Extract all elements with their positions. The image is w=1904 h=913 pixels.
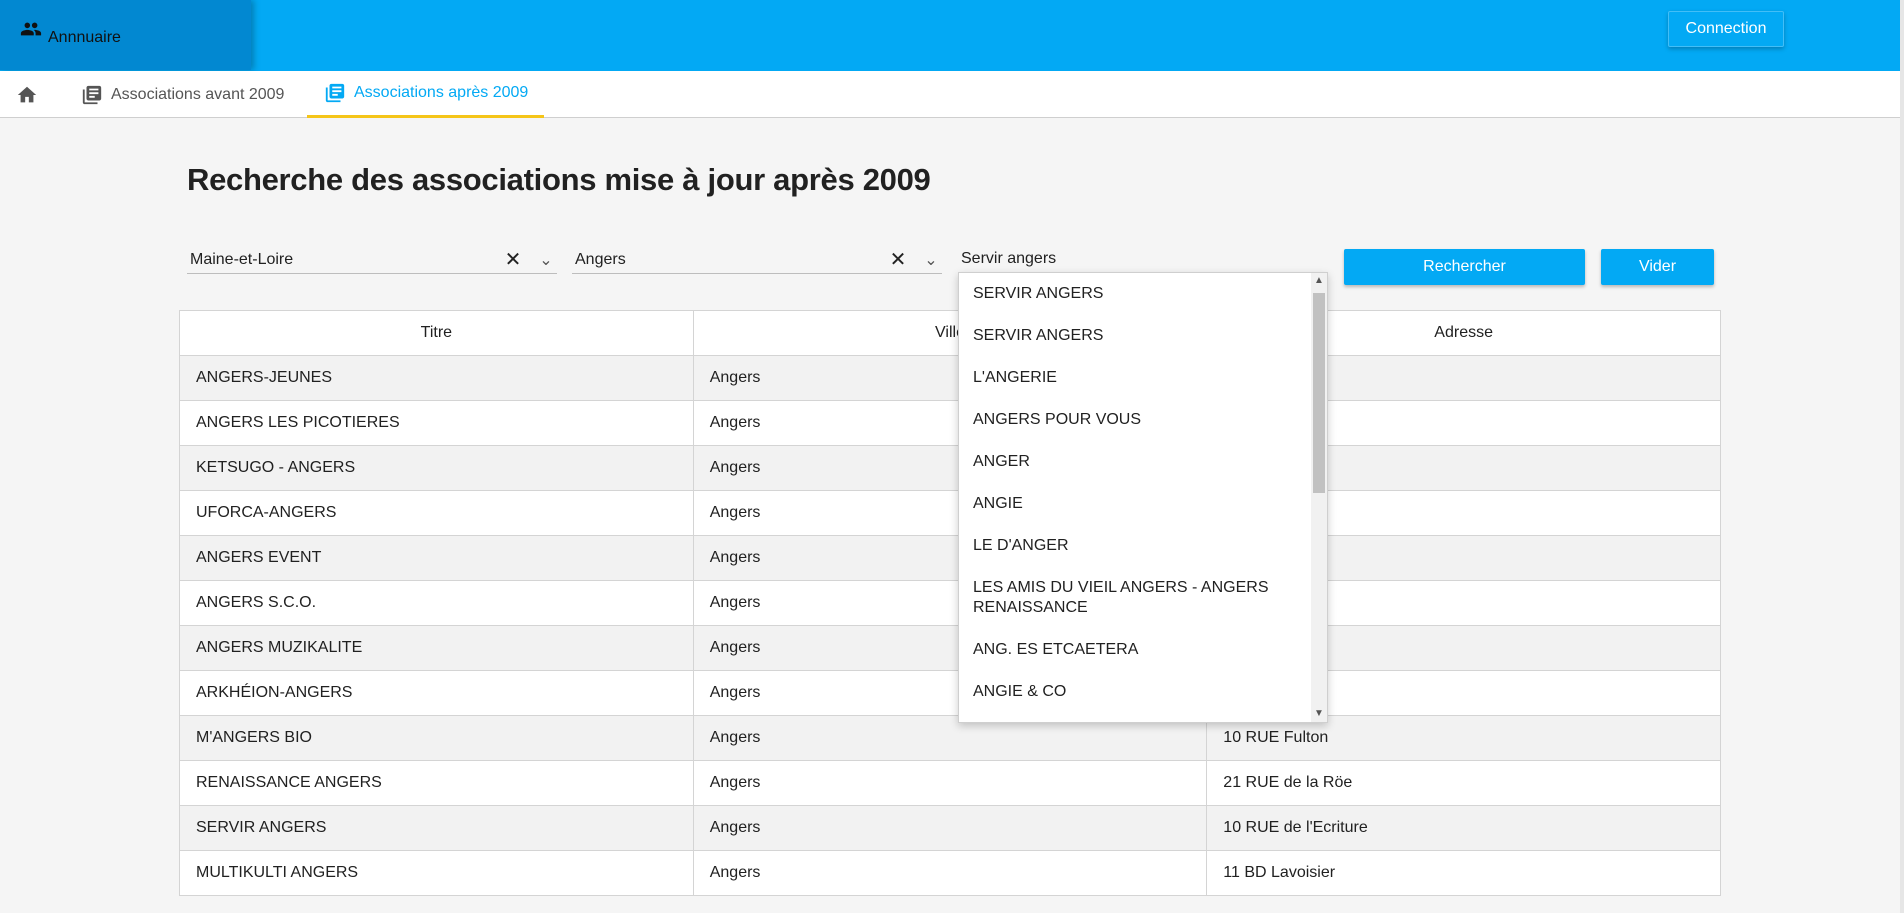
cell-titre: MULTIKULTI ANGERS: [179, 850, 694, 896]
cell-titre: ANGERS-JEUNES: [179, 355, 694, 401]
cell-titre: RENAISSANCE ANGERS: [179, 760, 694, 806]
tab-home[interactable]: [16, 71, 46, 118]
library-books-icon: [82, 85, 102, 104]
tab-associations-apres-2009[interactable]: Associations après 2009: [307, 71, 544, 118]
column-header-titre[interactable]: Titre: [179, 310, 694, 356]
tab-associations-avant-2009[interactable]: Associations avant 2009: [81, 71, 284, 118]
cell-ville: Angers: [692, 850, 1208, 896]
cell-titre: KETSUGO - ANGERS: [179, 445, 694, 491]
suggestion-item[interactable]: SERVIR ANGERS: [959, 315, 1313, 357]
people-icon: [20, 22, 42, 36]
library-books-icon: [325, 83, 345, 103]
top-app-bar: Annnuaire Connection: [0, 0, 1904, 71]
table-header-row: Titre Ville Adresse: [179, 310, 1721, 356]
autocomplete-dropdown: SERVIR ANGERS SERVIR ANGERS L'ANGERIE ANGER…: [958, 272, 1328, 723]
tab-bar: Associations avant 2009 Associations apr…: [0, 71, 1900, 118]
cell-titre: ANGERS MUZIKALITE: [179, 625, 694, 671]
table-row[interactable]: KETSUGO - ANGERSAngersouanière: [179, 445, 1721, 491]
suggestion-item[interactable]: L'ANGERIE: [959, 357, 1313, 399]
tab-label: Associations après 2009: [354, 84, 529, 101]
suggestion-item[interactable]: ANGIE: [959, 483, 1313, 525]
scroll-up-icon[interactable]: ▲: [1311, 273, 1327, 289]
suggestion-item[interactable]: ANG. ES ETCAETERA: [959, 629, 1313, 671]
dropdown-scrollbar[interactable]: ▲ ▼: [1311, 273, 1327, 722]
cell-ville: Angers: [692, 760, 1208, 806]
departement-select[interactable]: Maine-et-Loire ✕ ⌄: [187, 246, 557, 274]
chevron-down-icon[interactable]: ⌄: [920, 250, 942, 270]
cell-ville: Angers: [692, 805, 1208, 851]
cell-titre: M'ANGERS BIO: [179, 715, 694, 761]
table-row[interactable]: M'ANGERS BIO Angers 10 RUE Fulton: [179, 715, 1721, 761]
table-row[interactable]: SERVIR ANGERS Angers 10 RUE de l'Ecriture: [179, 805, 1721, 851]
home-icon: [17, 86, 37, 102]
table-row[interactable]: RENAISSANCE ANGERS Angers 21 RUE de la Röe: [179, 760, 1721, 806]
cell-titre: ANGERS LES PICOTIERES: [179, 400, 694, 446]
association-search-input[interactable]: Servir angers: [958, 246, 1328, 274]
table-row[interactable]: ANGERS MUZIKALITEAngersVigne: [179, 625, 1721, 671]
cell-titre: SERVIR ANGERS: [179, 805, 694, 851]
cell-adresse: 21 RUE de la Röe: [1206, 760, 1721, 806]
tab-label: Associations avant 2009: [111, 85, 285, 103]
search-input-value: Servir angers: [961, 250, 1057, 267]
ville-value: Angers: [575, 250, 626, 268]
suggestion-item[interactable]: ANGIE & CO: [959, 671, 1313, 713]
table-row[interactable]: ANGERS-JEUNESAngersaraterie: [179, 355, 1721, 401]
scroll-down-icon[interactable]: ▼: [1311, 706, 1327, 722]
brand[interactable]: Annnuaire: [0, 0, 251, 70]
table-row[interactable]: ANGERS EVENTAngersoy: [179, 535, 1721, 581]
clear-icon[interactable]: ✕: [501, 247, 525, 272]
results-table: Titre Ville Adresse ANGERS-JEUNES Angers a…: [179, 310, 1721, 896]
scrollbar-thumb[interactable]: [1313, 293, 1325, 493]
ville-select[interactable]: Angers ✕ ⌄: [572, 246, 942, 274]
cell-titre: ANGERS S.C.O.: [179, 580, 694, 626]
page-title: Recherche des associations mise à jour a…: [187, 162, 931, 197]
suggestion-item[interactable]: SERVIR ANGERS: [959, 273, 1313, 315]
cell-adresse: 10 RUE de l'Ecriture: [1206, 805, 1721, 851]
table-row[interactable]: MULTIKULTI ANGERS Angers 11 BD Lavoisier: [179, 850, 1721, 896]
departement-value: Maine-et-Loire: [190, 250, 294, 268]
suggestion-item[interactable]: LE D'ANGER: [959, 525, 1313, 567]
connection-button[interactable]: Connection: [1668, 11, 1784, 47]
table-row[interactable]: ANGERS LES PICOTIERESAngerstière: [179, 400, 1721, 446]
brand-label: Annnuaire: [48, 29, 121, 46]
cell-adresse: 11 BD Lavoisier: [1206, 850, 1721, 896]
cell-titre: ARKHÉION-ANGERS: [179, 670, 694, 716]
clear-button[interactable]: Vider: [1601, 249, 1714, 285]
cell-titre: ANGERS EVENT: [179, 535, 694, 581]
cell-titre: UFORCA-ANGERS: [179, 490, 694, 536]
suggestion-item[interactable]: ANGER: [959, 441, 1313, 483]
table-row[interactable]: ANGERS S.C.O.Angers Baumette: [179, 580, 1721, 626]
chevron-down-icon[interactable]: ⌄: [535, 250, 557, 270]
suggestion-item[interactable]: LES AMIS DU VIEIL ANGERS - ANGERS RENAIS…: [959, 567, 1313, 629]
table-row[interactable]: ARKHÉION-ANGERSAngersupéry: [179, 670, 1721, 716]
suggestion-item[interactable]: ANGERS POUR VOUS: [959, 399, 1313, 441]
clear-icon[interactable]: ✕: [886, 247, 910, 272]
table-row[interactable]: UFORCA-ANGERSAngersicolas: [179, 490, 1721, 536]
search-button[interactable]: Rechercher: [1344, 249, 1585, 285]
page-scrollbar[interactable]: [1900, 0, 1904, 913]
